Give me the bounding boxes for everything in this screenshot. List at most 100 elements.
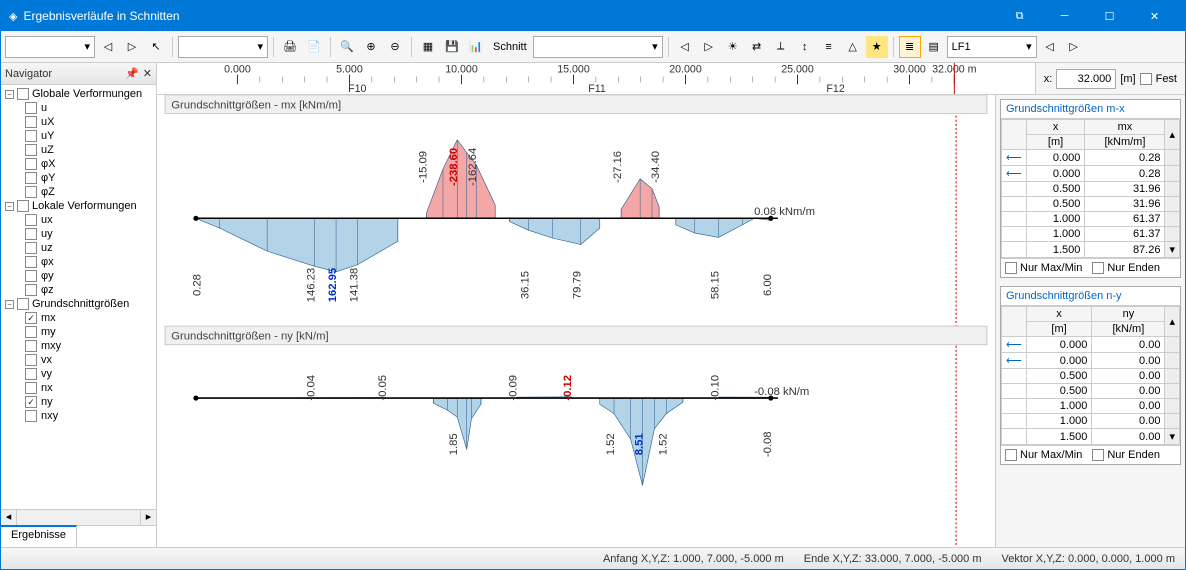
lc-next-button[interactable]: ▷: [1063, 36, 1085, 58]
tree-item-mxy[interactable]: mxy: [5, 339, 156, 353]
tree-item-luz[interactable]: uz: [5, 241, 156, 255]
x-position-box: x: [m] Fest: [1035, 63, 1185, 94]
x-input[interactable]: [1056, 69, 1116, 89]
chk-maxmin[interactable]: Nur Max/Min: [1005, 262, 1082, 274]
table-row[interactable]: 0.50031.96: [1002, 197, 1180, 212]
tool-4-button[interactable]: ↕: [794, 36, 816, 58]
svg-text:-238.60: -238.60: [448, 148, 460, 186]
tree-item-uZ[interactable]: uZ: [5, 143, 156, 157]
toggle-a-button[interactable]: ▦: [417, 36, 439, 58]
tool-1-button[interactable]: ☀: [722, 36, 744, 58]
print-button[interactable]: 🖨: [279, 36, 301, 58]
tree-item-nx[interactable]: nx: [5, 381, 156, 395]
data-table-mx[interactable]: xmx▴[m][kNm/m]⟵0.0000.28⟵0.0000.280.5003…: [1001, 119, 1180, 258]
tree-item-phiZ[interactable]: φZ: [5, 185, 156, 199]
nav-next-button[interactable]: ▷: [121, 36, 143, 58]
table-row[interactable]: 1.5000.00▾: [1002, 429, 1180, 445]
tree-item-luy[interactable]: uy: [5, 227, 156, 241]
svg-text:6.00: 6.00: [762, 274, 774, 296]
tree-item-ny[interactable]: ✓ny: [5, 395, 156, 409]
panel-close-icon[interactable]: ✕: [143, 67, 152, 80]
tree-item-lux[interactable]: ux: [5, 213, 156, 227]
tree-group[interactable]: −Lokale Verformungen: [5, 199, 156, 213]
loadcase-combo[interactable]: LF1▾: [947, 36, 1037, 58]
zoom-window-button[interactable]: 🔍: [336, 36, 358, 58]
arrow-right-button[interactable]: ▷: [698, 36, 720, 58]
data-table-ny[interactable]: xny▴[m][kN/m]⟵0.0000.00⟵0.0000.000.5000.…: [1001, 306, 1180, 445]
tab-results[interactable]: Ergebnisse: [1, 525, 77, 547]
fix-checkbox[interactable]: [1140, 73, 1152, 85]
export-excel-button[interactable]: 📊: [465, 36, 487, 58]
tree-item-mx[interactable]: ✓mx: [5, 311, 156, 325]
data-panel-mx: Grundschnittgrößen m-xxmx▴[m][kNm/m]⟵0.0…: [1000, 99, 1181, 278]
nav-prev-button[interactable]: ◁: [97, 36, 119, 58]
tree-item-lphiz[interactable]: φz: [5, 283, 156, 297]
save-button[interactable]: 💾: [441, 36, 463, 58]
table-row[interactable]: 1.00061.37: [1002, 212, 1180, 227]
tree-item-my[interactable]: my: [5, 325, 156, 339]
tool-9-button[interactable]: ▤: [923, 36, 945, 58]
table-row[interactable]: ⟵0.0000.28: [1002, 150, 1180, 166]
table-row[interactable]: 1.0000.00: [1002, 414, 1180, 429]
zoom-in-button[interactable]: ⊕: [360, 36, 382, 58]
print-preview-button[interactable]: 📄: [303, 36, 325, 58]
chk-maxmin[interactable]: Nur Max/Min: [1005, 449, 1082, 461]
titlebar: ◈ Ergebnisverläufe in Schnitten ⧉ ─ ☐ ✕: [1, 1, 1185, 31]
chk-ends[interactable]: Nur Enden: [1092, 449, 1160, 461]
navigator-tree[interactable]: −Globale VerformungenuuXuYuZφXφYφZ−Lokal…: [1, 85, 156, 509]
tree-item-vx[interactable]: vx: [5, 353, 156, 367]
maximize-button[interactable]: ☐: [1087, 1, 1132, 31]
lc-prev-button[interactable]: ◁: [1039, 36, 1061, 58]
navigator-hscroll[interactable]: ◂▸: [1, 509, 156, 525]
table-row[interactable]: 0.50031.96: [1002, 182, 1180, 197]
tree-item-uY[interactable]: uY: [5, 129, 156, 143]
tree-item-u[interactable]: u: [5, 101, 156, 115]
table-row[interactable]: ⟵0.0000.28: [1002, 166, 1180, 182]
combo-1[interactable]: ▾: [5, 36, 95, 58]
svg-text:1.52: 1.52: [605, 433, 617, 455]
data-panel-ny: Grundschnittgrößen n-yxny▴[m][kN/m]⟵0.00…: [1000, 286, 1181, 465]
svg-text:0.28: 0.28: [192, 274, 204, 296]
section-combo[interactable]: ▾: [533, 36, 663, 58]
minimize-button[interactable]: ─: [1042, 1, 1087, 31]
tool-2-button[interactable]: ⇄: [746, 36, 768, 58]
tree-item-uX[interactable]: uX: [5, 115, 156, 129]
svg-text:F10: F10: [348, 83, 366, 94]
tool-6-button[interactable]: △: [842, 36, 864, 58]
tool-5-button[interactable]: ≡: [818, 36, 840, 58]
tree-item-phiY[interactable]: φY: [5, 171, 156, 185]
svg-text:-15.09: -15.09: [417, 151, 429, 183]
tool-8-button[interactable]: ≣: [899, 36, 921, 58]
pick-tool-button[interactable]: ↖: [145, 36, 167, 58]
close-button[interactable]: ✕: [1132, 1, 1177, 31]
tree-item-lphix[interactable]: φx: [5, 255, 156, 269]
table-row[interactable]: 1.50087.26▾: [1002, 242, 1180, 258]
window-title: Ergebnisverläufe in Schnitten: [23, 9, 997, 23]
app-window: ◈ Ergebnisverläufe in Schnitten ⧉ ─ ☐ ✕ …: [0, 0, 1186, 570]
tree-item-nxy[interactable]: nxy: [5, 409, 156, 423]
tree-item-vy[interactable]: vy: [5, 367, 156, 381]
pin-icon[interactable]: 📌: [125, 67, 139, 80]
svg-text:162.95: 162.95: [327, 268, 339, 303]
ruler-scale: 0.0005.00010.00015.00020.00025.00030.000…: [157, 63, 1035, 94]
chk-ends[interactable]: Nur Enden: [1092, 262, 1160, 274]
table-row[interactable]: ⟵0.0000.00: [1002, 337, 1180, 353]
table-row[interactable]: 1.0000.00: [1002, 399, 1180, 414]
table-row[interactable]: 0.5000.00: [1002, 369, 1180, 384]
tree-item-lphiy[interactable]: φy: [5, 269, 156, 283]
tool-7-button[interactable]: ★: [866, 36, 888, 58]
arrow-left-button[interactable]: ◁: [674, 36, 696, 58]
combo-2[interactable]: ▾: [178, 36, 268, 58]
svg-text:0.08 kNm/m: 0.08 kNm/m: [754, 206, 815, 218]
table-row[interactable]: 1.00061.37: [1002, 227, 1180, 242]
tree-item-phiX[interactable]: φX: [5, 157, 156, 171]
zoom-out-button[interactable]: ⊖: [384, 36, 406, 58]
app-icon: ◈: [9, 10, 17, 23]
svg-text:-0.12: -0.12: [562, 375, 574, 401]
tree-group[interactable]: −Grundschnittgrößen: [5, 297, 156, 311]
table-row[interactable]: 0.5000.00: [1002, 384, 1180, 399]
table-row[interactable]: ⟵0.0000.00: [1002, 353, 1180, 369]
restore-panel-icon[interactable]: ⧉: [997, 1, 1042, 31]
tool-3-button[interactable]: ⟂: [770, 36, 792, 58]
tree-group[interactable]: −Globale Verformungen: [5, 87, 156, 101]
